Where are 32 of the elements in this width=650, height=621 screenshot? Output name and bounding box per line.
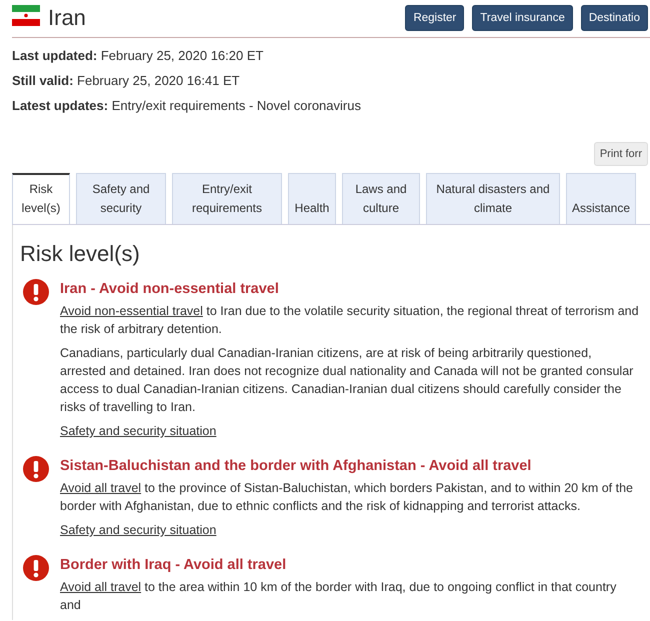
- advisory-text: Avoid non-essential travel to Iran due to the volatile security situation, the regional threat of terrorism and the risk of arbitrary detention.: [60, 303, 639, 338]
- advisory-text: Avoid all travel to the area within 10 km of the border with Iraq, due to ongoing conflict in that country and: [60, 579, 618, 614]
- meta-text: Last updated: February 25, 2020 16:20 ET: [12, 47, 264, 65]
- flag-icon: [12, 5, 40, 26]
- warning-icon: [23, 555, 49, 581]
- nav-button[interactable]: Travel insurance: [472, 5, 573, 31]
- tab[interactable]: Health: [288, 173, 336, 224]
- tab[interactable]: Assistance: [566, 173, 636, 224]
- nav-button[interactable]: Destinatio: [580, 5, 648, 31]
- advisory-title: Sistan-Baluchistan and the border with Afghanistan - Avoid all travel: [60, 458, 532, 474]
- section-link[interactable]: Safety and security situation: [60, 523, 216, 537]
- tab[interactable]: Risk level(s): [12, 173, 70, 224]
- nav-button[interactable]: Register: [405, 5, 464, 31]
- section-heading: Risk level(s): [20, 241, 141, 267]
- tab[interactable]: Entry/exit requirements: [172, 173, 282, 224]
- print-button[interactable]: Print forr: [594, 142, 648, 166]
- advisory-link[interactable]: Avoid non-essential travel: [60, 304, 203, 318]
- section-link[interactable]: Safety and security situation: [60, 424, 216, 438]
- warning-icon: [23, 456, 49, 482]
- tab[interactable]: Safety and security: [76, 173, 166, 224]
- advisory-link[interactable]: Avoid all travel: [60, 481, 142, 495]
- page-title: Iran: [48, 5, 86, 31]
- advisory-text: Canadians, particularly dual Canadian-Iranian citizens, are at risk of being arbitrarily questioned, arrested and detained. Iran does not recognize dual nationality and Canada will not be granted consular access to dual Canadian-Iranian citizens. Canadian-Iranian dual citizens should carefully consider the risks of travelling to Iran.: [60, 345, 634, 416]
- advisory-title: Border with Iraq - Avoid all travel: [60, 557, 288, 573]
- tab[interactable]: Natural disasters and climate: [426, 173, 560, 224]
- advisory-title: Iran - Avoid non-essential travel: [60, 281, 280, 297]
- advisory-text: Avoid all travel to the province of Sistan-Baluchistan, which borders Pakistan, and to within 20 km of the border with Afghanistan, due to ethnic conflicts and the risk of kidnapping and terrorist attacks.: [60, 480, 634, 515]
- warning-icon: [23, 279, 49, 305]
- advisory-link[interactable]: Avoid all travel: [60, 580, 142, 594]
- meta-text: Latest updates: Entry/exit requirements - Novel coronavirus: [12, 97, 362, 115]
- tab[interactable]: Laws and culture: [342, 173, 420, 224]
- meta-text: Still valid: February 25, 2020 16:41 ET: [12, 72, 241, 90]
